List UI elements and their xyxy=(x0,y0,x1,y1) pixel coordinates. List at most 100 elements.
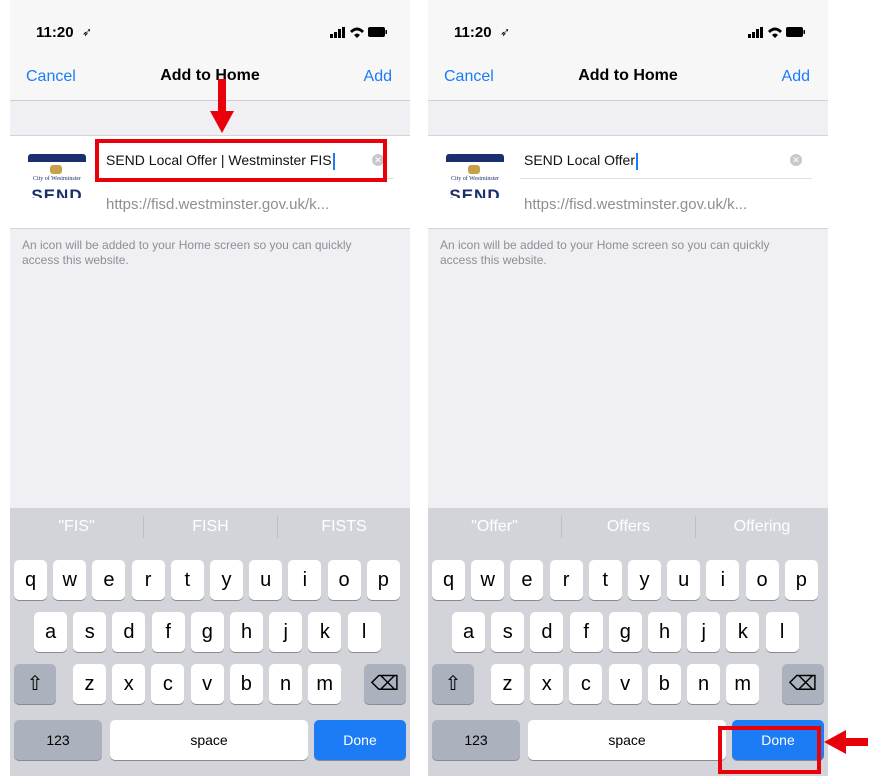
red-arrow-left-head xyxy=(824,730,846,754)
shift-key-icon[interactable]: ⇧ xyxy=(14,664,56,704)
key-v[interactable]: v xyxy=(190,664,224,704)
add-button[interactable]: Add xyxy=(782,68,810,86)
red-box-name-field xyxy=(95,139,387,182)
red-arrow-down-head xyxy=(210,111,234,133)
key-y[interactable]: y xyxy=(628,560,661,600)
key-x[interactable]: x xyxy=(112,664,146,704)
suggestion-item[interactable]: "Offer" xyxy=(428,508,561,546)
status-time: 11:20 xyxy=(36,24,74,41)
bookmark-card: City of Westminster SEND SEND Local Offe… xyxy=(428,135,828,229)
key-g[interactable]: g xyxy=(608,612,642,652)
key-p[interactable]: p xyxy=(366,560,400,600)
key-e[interactable]: e xyxy=(92,560,126,600)
key-w[interactable]: w xyxy=(53,560,87,600)
key-a[interactable]: a xyxy=(34,612,67,652)
key-b[interactable]: b xyxy=(647,664,681,704)
key-c[interactable]: c xyxy=(569,664,603,704)
key-m[interactable]: m xyxy=(308,664,342,704)
nav-bar: Cancel Add to Home Add xyxy=(10,58,410,101)
key-x[interactable]: x xyxy=(530,664,564,704)
suggestion-bar: "FIS" FISH FISTS xyxy=(10,508,410,546)
nav-bar: Cancel Add to Home Add xyxy=(428,58,828,101)
key-o[interactable]: o xyxy=(327,560,361,600)
site-icon: City of Westminster SEND xyxy=(26,148,88,204)
space-key[interactable]: space xyxy=(110,720,308,760)
key-g[interactable]: g xyxy=(190,612,224,652)
key-u[interactable]: u xyxy=(249,560,283,600)
key-k[interactable]: k xyxy=(308,612,342,652)
key-i[interactable]: i xyxy=(706,560,740,600)
text-cursor xyxy=(636,152,639,170)
crest-icon xyxy=(50,165,62,174)
key-s[interactable]: s xyxy=(73,612,107,652)
key-t[interactable]: t xyxy=(588,560,622,600)
key-d[interactable]: d xyxy=(530,612,564,652)
key-c[interactable]: c xyxy=(151,664,185,704)
suggestion-item[interactable]: Offering xyxy=(696,508,828,546)
numbers-key[interactable]: 123 xyxy=(432,720,520,760)
site-icon: City of Westminster SEND xyxy=(444,148,506,204)
key-l[interactable]: l xyxy=(765,612,799,652)
key-j[interactable]: j xyxy=(269,612,303,652)
key-r[interactable]: r xyxy=(549,560,583,600)
key-q[interactable]: q xyxy=(432,560,465,600)
key-z[interactable]: z xyxy=(73,664,106,704)
status-time: 11:20 xyxy=(454,24,492,41)
key-e[interactable]: e xyxy=(510,560,544,600)
key-y[interactable]: y xyxy=(210,560,243,600)
key-t[interactable]: t xyxy=(170,560,204,600)
name-field[interactable]: SEND Local Offer ✕ xyxy=(520,140,812,179)
key-a[interactable]: a xyxy=(452,612,485,652)
icon-caption: City of Westminster xyxy=(450,176,500,182)
icon-banner xyxy=(28,154,86,162)
key-h[interactable]: h xyxy=(648,612,681,652)
key-f[interactable]: f xyxy=(151,612,185,652)
key-b[interactable]: b xyxy=(229,664,263,704)
space-key[interactable]: space xyxy=(528,720,726,760)
key-j[interactable]: j xyxy=(687,612,721,652)
done-key[interactable]: Done xyxy=(314,720,406,760)
hint-text: An icon will be added to your Home scree… xyxy=(440,238,770,267)
delete-key-icon[interactable]: ⌫ xyxy=(364,664,406,704)
key-p[interactable]: p xyxy=(784,560,818,600)
crest-icon xyxy=(468,165,480,174)
key-f[interactable]: f xyxy=(569,612,603,652)
key-k[interactable]: k xyxy=(726,612,760,652)
key-l[interactable]: l xyxy=(347,612,381,652)
add-button[interactable]: Add xyxy=(364,68,392,86)
shift-key-icon[interactable]: ⇧ xyxy=(432,664,474,704)
key-u[interactable]: u xyxy=(667,560,701,600)
suggestion-item[interactable]: Offers xyxy=(562,508,695,546)
suggestion-item[interactable]: FISH xyxy=(144,508,277,546)
key-n[interactable]: n xyxy=(687,664,720,704)
icon-send-text: SEND xyxy=(449,186,501,198)
key-q[interactable]: q xyxy=(14,560,47,600)
suggestion-item[interactable]: FISTS xyxy=(278,508,410,546)
hint-text: An icon will be added to your Home scree… xyxy=(22,238,352,267)
key-z[interactable]: z xyxy=(491,664,524,704)
red-box-done-key xyxy=(718,726,821,774)
name-value: SEND Local Offer xyxy=(524,152,639,170)
status-bar: 11:20 ➶ xyxy=(10,0,410,58)
location-arrow-icon: ➶ xyxy=(82,25,93,39)
key-s[interactable]: s xyxy=(491,612,525,652)
key-o[interactable]: o xyxy=(745,560,779,600)
key-n[interactable]: n xyxy=(269,664,302,704)
location-arrow-icon: ➶ xyxy=(500,25,511,39)
key-h[interactable]: h xyxy=(230,612,263,652)
numbers-key[interactable]: 123 xyxy=(14,720,102,760)
status-bar: 11:20 ➶ xyxy=(428,0,828,58)
key-i[interactable]: i xyxy=(288,560,322,600)
red-arrow-left-to-done-key xyxy=(844,738,868,746)
delete-key-icon[interactable]: ⌫ xyxy=(782,664,824,704)
key-v[interactable]: v xyxy=(608,664,642,704)
clear-text-icon[interactable]: ✕ xyxy=(790,154,802,166)
red-arrow-down-to-name-field xyxy=(218,79,226,113)
key-r[interactable]: r xyxy=(131,560,165,600)
key-w[interactable]: w xyxy=(471,560,505,600)
key-m[interactable]: m xyxy=(726,664,760,704)
url-text: https://fisd.westminster.gov.uk/k... xyxy=(106,196,330,213)
key-d[interactable]: d xyxy=(112,612,146,652)
suggestion-item[interactable]: "FIS" xyxy=(10,508,143,546)
icon-banner xyxy=(446,154,504,162)
